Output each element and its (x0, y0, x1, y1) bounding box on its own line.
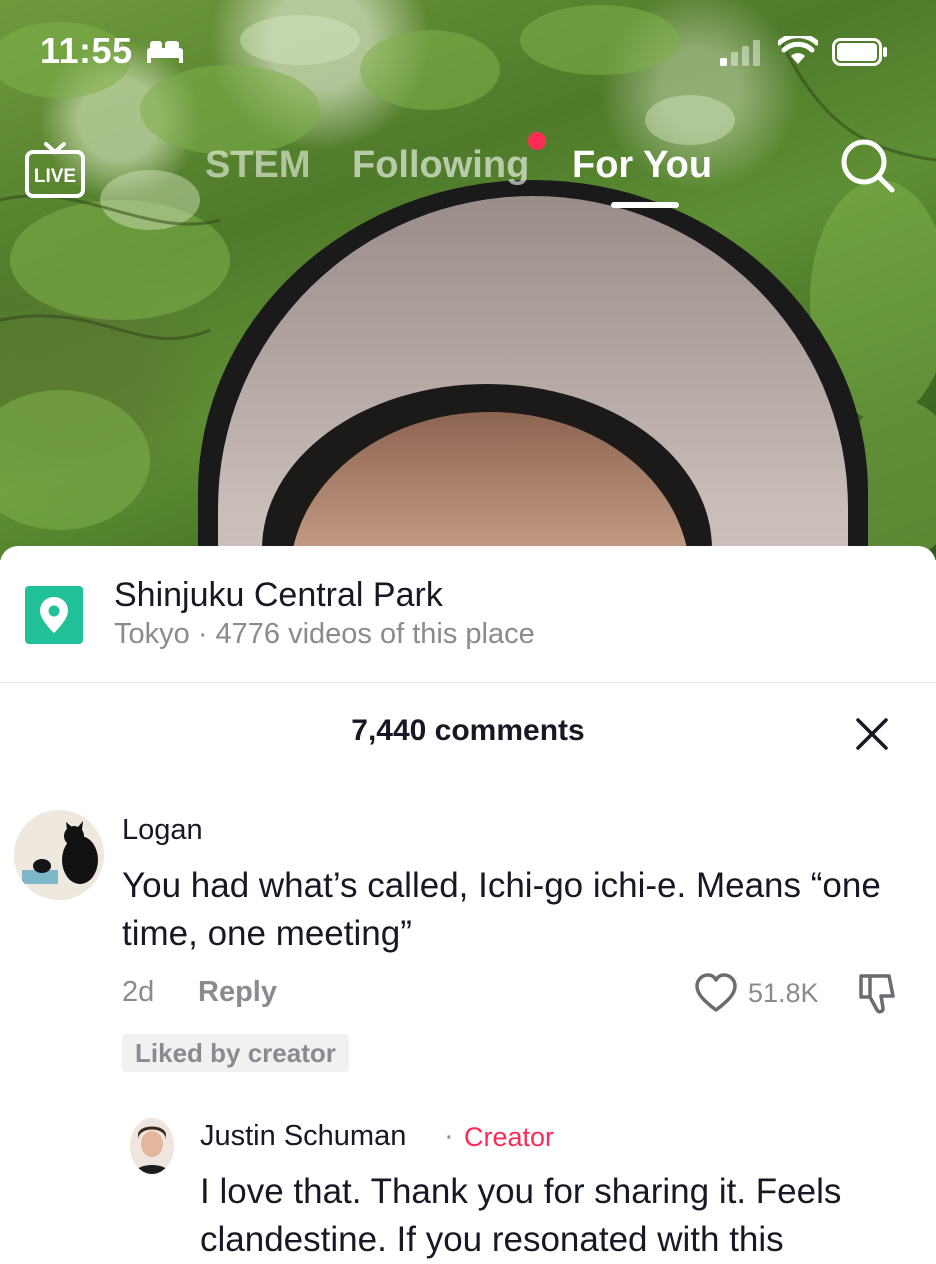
battery-icon (832, 38, 887, 66)
search-icon[interactable] (838, 136, 898, 196)
heart-icon[interactable] (694, 972, 738, 1014)
creator-label: Creator (464, 1122, 555, 1152)
top-navigation: LIVE STEM Following For You (0, 130, 936, 220)
status-bar: 11:55 (0, 0, 936, 100)
tab-for-you[interactable]: For You (572, 144, 712, 187)
location-name: Shinjuku Central Park (114, 576, 443, 614)
close-icon[interactable] (852, 714, 892, 754)
like-count: 51.8K (748, 978, 819, 1008)
reply-author[interactable]: Justin Schuman (200, 1120, 406, 1153)
active-tab-indicator (611, 202, 679, 208)
avatar[interactable] (14, 810, 104, 900)
live-label: LIVE (34, 166, 76, 187)
dislike-icon[interactable] (856, 972, 898, 1016)
cat-avatar-image (14, 810, 104, 900)
status-time: 11:55 (40, 30, 133, 71)
reply-separator: · (444, 1120, 454, 1152)
reply-button[interactable]: Reply (198, 976, 277, 1009)
divider (0, 682, 936, 683)
location-pin-icon (40, 597, 68, 633)
location-banner[interactable]: Shinjuku Central Park Tokyo · 4776 video… (0, 546, 936, 682)
signal-icon (720, 40, 760, 66)
location-subtitle: Tokyo · 4776 videos of this place (114, 618, 535, 650)
bed-icon (147, 41, 183, 63)
comment-text: You had what’s called, Ichi-go ichi-e. M… (122, 866, 881, 953)
tab-stem[interactable]: STEM (205, 144, 311, 187)
creator-avatar-image (130, 1118, 174, 1174)
comment-age: 2d (122, 976, 155, 1008)
comment-author[interactable]: Logan (122, 814, 203, 847)
liked-by-creator-badge: Liked by creator (122, 1034, 349, 1072)
tab-following[interactable]: Following (352, 144, 529, 187)
creator-avatar[interactable] (130, 1118, 174, 1174)
location-pin-badge (25, 586, 83, 644)
live-tv-icon[interactable]: LIVE (24, 138, 86, 200)
comment-count: 7,440 comments (351, 714, 585, 747)
wifi-icon (778, 36, 818, 64)
reply-text: I love that. Thank you for sharing it. F… (200, 1172, 842, 1259)
comments-sheet: Shinjuku Central Park Tokyo · 4776 video… (0, 546, 936, 1259)
notification-dot (528, 132, 546, 150)
video-player[interactable]: 11:55 LIVE STEM Following For You (0, 0, 936, 560)
